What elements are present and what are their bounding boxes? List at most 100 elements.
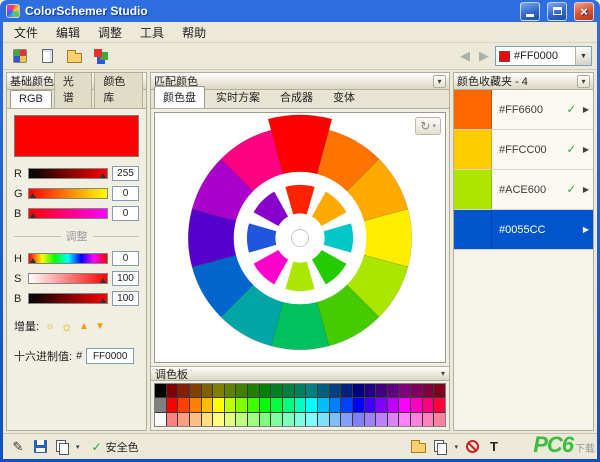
palette-swatch[interactable]	[260, 384, 271, 397]
refresh-button[interactable]: ↻ ▾	[415, 117, 441, 135]
palette-swatch[interactable]	[283, 384, 294, 397]
menu-item[interactable]: 编辑	[47, 21, 89, 44]
slider-value-input[interactable]: 0	[112, 251, 139, 266]
palette-swatch[interactable]	[190, 384, 201, 397]
palette-swatch[interactable]	[341, 384, 352, 397]
slider-marker[interactable]	[30, 193, 36, 198]
palette-swatch[interactable]	[411, 413, 422, 426]
palette-swatch[interactable]	[271, 398, 282, 411]
match-mode-tab[interactable]: 实时方案	[207, 86, 269, 108]
titlebar[interactable]: ColorSchemer Studio ×	[3, 0, 597, 22]
slider-track[interactable]	[28, 253, 108, 264]
palette-swatch[interactable]	[248, 384, 259, 397]
copy-options-button[interactable]: ▾	[76, 443, 80, 451]
slider-value-input[interactable]: 0	[112, 206, 139, 221]
palette-swatch[interactable]	[388, 413, 399, 426]
palette-swatch[interactable]	[376, 384, 387, 397]
palette-swatch[interactable]	[167, 413, 178, 426]
palette-swatch[interactable]	[365, 398, 376, 411]
palette-swatch[interactable]	[260, 398, 271, 411]
palette-swatch[interactable]	[353, 413, 364, 426]
add-to-favorites-button[interactable]	[410, 438, 426, 456]
slider-marker[interactable]	[100, 173, 106, 178]
palette-swatch[interactable]	[376, 413, 387, 426]
palette-swatch[interactable]	[213, 398, 224, 411]
favorite-color-item[interactable]: #0055CC ▶	[454, 210, 593, 250]
slider-value-input[interactable]: 100	[112, 271, 139, 286]
arrow-right-icon[interactable]: ▶	[583, 145, 593, 154]
palette-swatch[interactable]	[388, 398, 399, 411]
open-button[interactable]	[62, 45, 86, 67]
slider-value-input[interactable]: 255	[112, 166, 139, 181]
slider-marker[interactable]	[30, 213, 36, 218]
minimize-button[interactable]	[520, 2, 540, 21]
current-color-combo[interactable]: #FF0000 ▼	[495, 46, 592, 66]
copy-color-button[interactable]	[54, 438, 70, 456]
remove-color-button[interactable]	[464, 438, 480, 456]
palette-swatch[interactable]	[213, 384, 224, 397]
palette-swatch[interactable]	[248, 413, 259, 426]
palette-swatch[interactable]	[225, 413, 236, 426]
palette-swatch[interactable]	[341, 413, 352, 426]
increment-down-button[interactable]: ▼	[95, 321, 105, 332]
arrow-right-icon[interactable]: ▶	[583, 185, 593, 194]
palette-swatch[interactable]	[225, 384, 236, 397]
palette-swatch[interactable]	[155, 398, 166, 411]
palette-swatch[interactable]	[423, 413, 434, 426]
palette-swatch[interactable]	[434, 384, 445, 397]
favorite-color-item[interactable]: #FFCC00 ✓ ▶	[454, 130, 593, 170]
palette-swatch[interactable]	[295, 384, 306, 397]
palette-swatch[interactable]	[318, 413, 329, 426]
palette-swatch[interactable]	[318, 384, 329, 397]
back-button[interactable]: ◀	[457, 48, 473, 64]
palette-swatch[interactable]	[155, 413, 166, 426]
palette-swatch[interactable]	[213, 413, 224, 426]
palette-swatch[interactable]	[330, 384, 341, 397]
palette-swatch[interactable]	[353, 398, 364, 411]
combo-dropdown-button[interactable]: ▼	[575, 47, 591, 65]
palette-swatch[interactable]	[399, 384, 410, 397]
favorite-color-item[interactable]: #FF6600 ✓ ▶	[454, 90, 593, 130]
color-mode-tab[interactable]: 颜色库	[94, 72, 143, 108]
save-color-button[interactable]	[32, 438, 48, 456]
palette-swatch[interactable]	[411, 398, 422, 411]
increment-up-button[interactable]: ▲	[79, 321, 89, 332]
palette-swatch[interactable]	[283, 413, 294, 426]
palette-swatch[interactable]	[260, 413, 271, 426]
color-mode-tab[interactable]: 光谱	[54, 72, 92, 108]
palette-swatch[interactable]	[178, 398, 189, 411]
match-mode-tab[interactable]: 合成器	[271, 86, 322, 108]
palette-swatch[interactable]	[423, 384, 434, 397]
arrow-right-icon[interactable]: ▶	[583, 225, 593, 234]
palette-swatch[interactable]	[399, 413, 410, 426]
palette-swatch[interactable]	[283, 398, 294, 411]
palette-swatch[interactable]	[376, 398, 387, 411]
palette-swatch[interactable]	[271, 384, 282, 397]
palette-swatch[interactable]	[423, 398, 434, 411]
palette-swatch[interactable]	[434, 398, 445, 411]
menu-item[interactable]: 调整	[89, 21, 131, 44]
palette-swatch[interactable]	[248, 398, 259, 411]
new-document-button[interactable]	[35, 45, 59, 67]
sun-large-icon[interactable]: ☼	[60, 318, 73, 334]
color-mode-tab[interactable]: RGB	[10, 90, 52, 108]
copy-scheme-button[interactable]	[432, 438, 448, 456]
slider-marker[interactable]	[30, 258, 36, 263]
palette-swatch[interactable]	[178, 384, 189, 397]
palette-swatch[interactable]	[236, 398, 247, 411]
panel-collapse-button[interactable]: ▾	[577, 75, 590, 88]
slider-marker[interactable]	[100, 298, 106, 303]
match-mode-tab[interactable]: 颜色盘	[154, 86, 205, 108]
palette-swatch[interactable]	[353, 384, 364, 397]
palette-swatch[interactable]	[365, 413, 376, 426]
palette-swatch[interactable]	[236, 384, 247, 397]
palette-bar[interactable]: 调色板 ▾	[151, 366, 449, 381]
hex-value-input[interactable]: FF0000	[86, 348, 134, 364]
menu-item[interactable]: 帮助	[173, 21, 215, 44]
palette-swatch[interactable]	[271, 413, 282, 426]
scheme-options-button[interactable]: ▾	[454, 443, 458, 451]
palette-swatch[interactable]	[399, 398, 410, 411]
forward-button[interactable]: ▶	[476, 48, 492, 64]
arrow-right-icon[interactable]: ▶	[583, 105, 593, 114]
menu-item[interactable]: 文件	[5, 21, 47, 44]
